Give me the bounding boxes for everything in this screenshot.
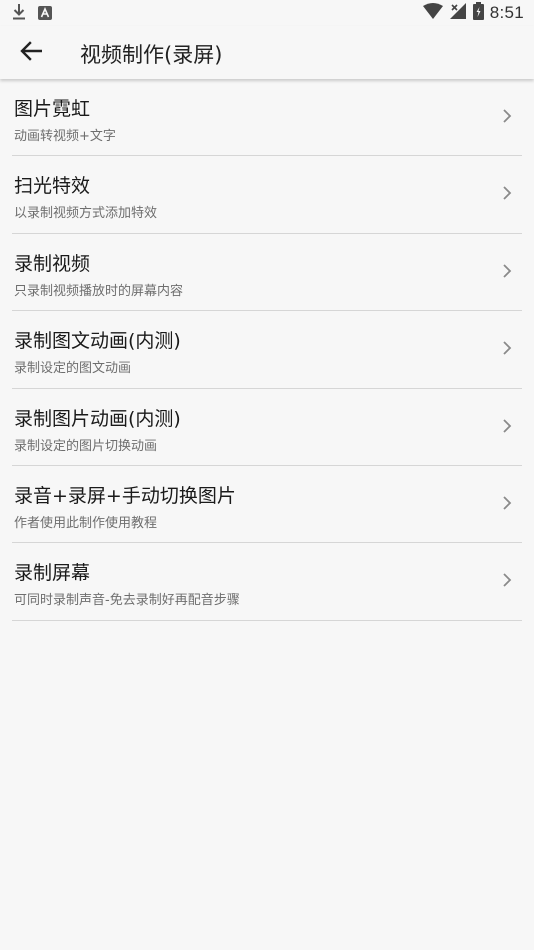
menu-item-subtitle: 可同时录制声音-免去录制好再配音步骤 — [14, 593, 240, 609]
wifi-icon — [422, 3, 443, 23]
chevron-right-icon — [503, 418, 512, 433]
menu-item-light-sweep[interactable]: 扫光特效 以录制视频方式添加特效 — [12, 156, 522, 234]
menu-item-title: 录音+录屏+手动切换图片 — [14, 484, 236, 507]
notification-a-icon — [38, 5, 52, 24]
app-bar: 视频制作(录屏) — [0, 26, 534, 79]
menu-item-subtitle: 动画转视频+文字 — [14, 129, 116, 144]
menu-item-image-neon[interactable]: 图片霓虹 动画转视频+文字 — [12, 79, 522, 157]
chevron-right-icon — [503, 573, 512, 587]
status-bar: 8:51 — [0, 0, 534, 26]
chevron-right-icon — [503, 496, 512, 510]
menu-item-subtitle: 只录制视频播放时的屏幕内容 — [14, 283, 184, 299]
chevron-right-icon — [503, 186, 512, 201]
download-icon — [12, 3, 26, 25]
status-bar-left — [12, 3, 52, 25]
arrow-left-icon — [20, 41, 43, 65]
menu-item-subtitle: 录制设定的图文动画 — [14, 361, 132, 377]
menu-item-title: 扫光特效 — [14, 175, 91, 198]
status-time: 8:51 — [489, 3, 524, 22]
menu-item-subtitle: 录制设定的图片切换动画 — [14, 438, 158, 454]
menu-item-subtitle: 作者使用此制作使用教程 — [14, 515, 158, 531]
chevron-right-icon — [503, 264, 512, 278]
menu-item-record-image-animation[interactable]: 录制图片动画(内测) 录制设定的图片切换动画 — [12, 389, 522, 466]
menu-item-title: 图片霓虹 — [14, 98, 91, 120]
menu-item-title: 录制图文动画(内测) — [14, 330, 181, 353]
menu-item-record-graphic-animation[interactable]: 录制图文动画(内测) 录制设定的图文动画 — [12, 311, 522, 389]
menu-item-record-video[interactable]: 录制视频 只录制视频播放时的屏幕内容 — [12, 234, 522, 312]
menu-item-title: 录制屏幕 — [14, 562, 91, 585]
battery-icon — [472, 2, 484, 24]
signal-icon — [449, 2, 467, 24]
page-title: 视频制作(录屏) — [80, 43, 223, 67]
menu-item-subtitle: 以录制视频方式添加特效 — [14, 206, 158, 222]
menu-item-record-screen[interactable]: 录制屏幕 可同时录制声音-免去录制好再配音步骤 — [12, 543, 522, 621]
menu-list: 图片霓虹 动画转视频+文字 扫光特效 以录制视频方式添加特效 录制视频 只录制视… — [0, 79, 534, 621]
status-bar-right: 8:51 — [422, 2, 524, 24]
menu-item-title: 录制图片动画(内测) — [14, 407, 181, 430]
chevron-right-icon — [503, 341, 512, 355]
back-button[interactable] — [14, 36, 48, 70]
chevron-right-icon — [503, 109, 512, 123]
menu-item-audio-screen-manual[interactable]: 录音+录屏+手动切换图片 作者使用此制作使用教程 — [12, 466, 522, 544]
menu-item-title: 录制视频 — [14, 252, 91, 275]
